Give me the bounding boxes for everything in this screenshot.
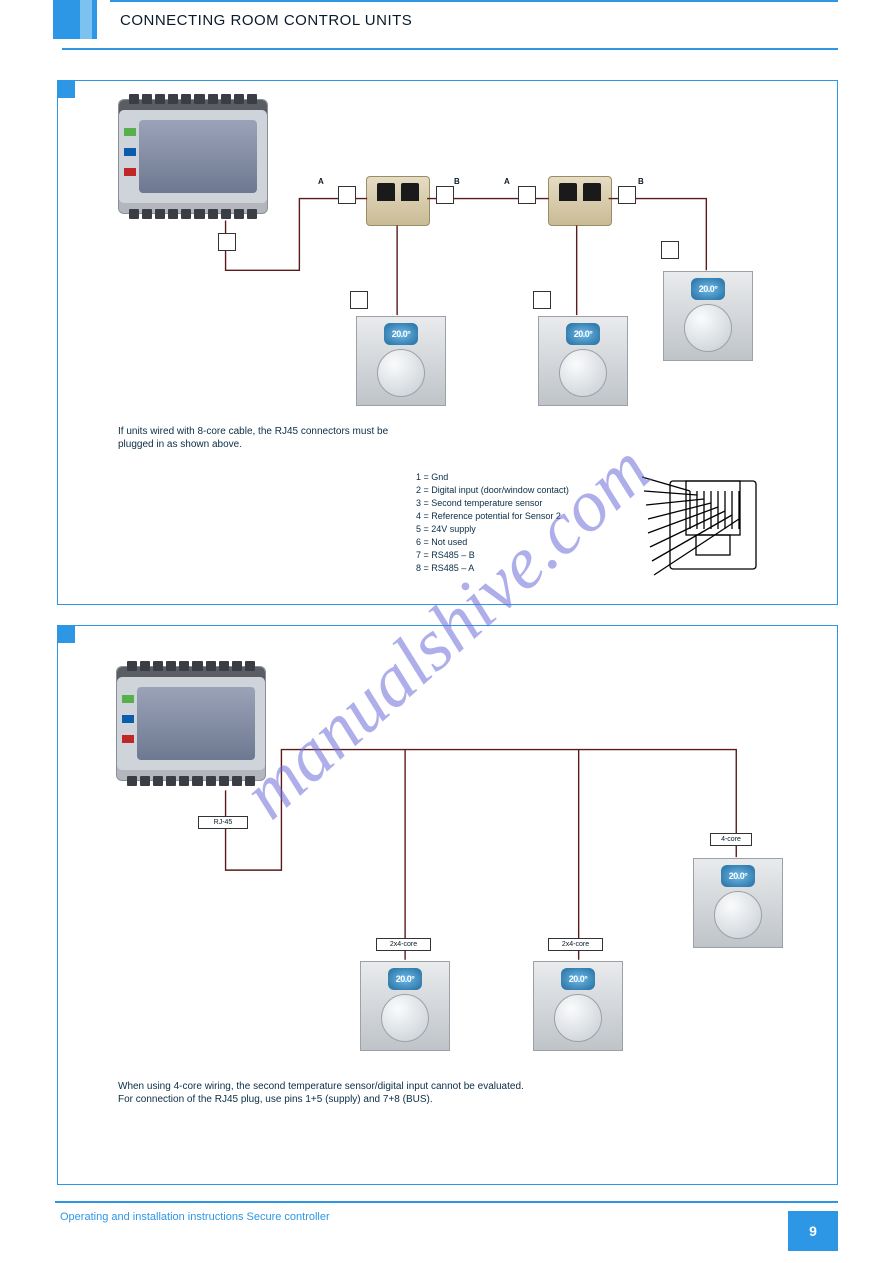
pin2-label: Digital input (door/window contact)	[431, 485, 569, 495]
pin1-label: Gnd	[431, 472, 448, 482]
room-control-unit-1: 20.0°	[356, 316, 446, 406]
figure2-caption: When using 4-core wiring, the second tem…	[118, 1081, 524, 1106]
pin5: 5 =	[416, 524, 431, 534]
rj45-splitter-2	[548, 176, 612, 226]
thermostat-dial	[554, 994, 602, 1042]
figure-corner-icon	[57, 80, 75, 98]
cable-end-box	[618, 186, 636, 204]
pin3: 3 =	[416, 498, 431, 508]
header-accent-bar-secondary	[80, 0, 92, 39]
footer-doc-title: Operating and installation instructions …	[60, 1211, 330, 1223]
room-control-unit-2: 20.0°	[533, 961, 623, 1051]
figure-1-rj45-daisy-chain: 20.0° 20.0° 20.0° If units wired with 8-…	[57, 80, 838, 605]
header-bottom-rule	[62, 48, 838, 50]
pin8: 8 =	[416, 563, 431, 573]
pin3-label: Second temperature sensor	[431, 498, 542, 508]
pin8-label: RS485 – A	[431, 563, 474, 573]
pin6: 6 =	[416, 537, 431, 547]
pin5-label: 24V supply	[431, 524, 476, 534]
pin6-label: Not used	[431, 537, 467, 547]
thermostat-dial	[381, 994, 429, 1042]
header-top-rule	[110, 0, 838, 2]
room-control-unit-3: 20.0°	[663, 271, 753, 361]
rj45-pin-legend: 1 = Gnd 2 = Digital input (door/window c…	[416, 471, 569, 575]
figure1-caption-line1: If units wired with 8-core cable, the RJ…	[118, 426, 388, 437]
cable-end-box	[350, 291, 368, 309]
cable-end-box	[218, 233, 236, 251]
cable-end-box	[533, 291, 551, 309]
thermostat-dial	[377, 349, 425, 397]
cable-end-box	[518, 186, 536, 204]
figure-corner-icon	[57, 625, 75, 643]
pin1: 1 =	[416, 472, 431, 482]
room-control-unit-2: 20.0°	[538, 316, 628, 406]
rj45-label: RJ-45	[198, 816, 248, 829]
pin7-label: RS485 – B	[431, 550, 475, 560]
thermostat-lcd: 20.0°	[691, 278, 725, 300]
secure-controller-device	[116, 666, 266, 781]
rj45-jack-detail	[638, 473, 778, 593]
thermostat-lcd: 20.0°	[384, 323, 418, 345]
footer-rule	[55, 1201, 838, 1203]
cable-end-box	[338, 186, 356, 204]
thermostat-lcd: 20.0°	[561, 968, 595, 990]
thermostat-lcd: 20.0°	[721, 865, 755, 887]
figure1-caption-line2: plugged in as shown above.	[118, 439, 242, 450]
cable-version-a-1: A	[318, 177, 324, 186]
cable-version-a-2: A	[504, 177, 510, 186]
page-section-title: CONNECTING ROOM CONTROL UNITS	[120, 12, 412, 29]
cable-end-box	[436, 186, 454, 204]
page-number: 9	[809, 1223, 817, 1239]
figure2-caption-line2: For connection of the RJ45 plug, use pin…	[118, 1094, 433, 1105]
pin4-label: Reference potential for Sensor 2	[431, 511, 561, 521]
tstat1-cable-label: 2x4-core	[376, 938, 431, 951]
cable-version-b-2: B	[638, 177, 644, 186]
page-number-box: 9	[788, 1211, 838, 1251]
room-control-unit-3: 20.0°	[693, 858, 783, 948]
figure2-caption-line1: When using 4-core wiring, the second tem…	[118, 1081, 524, 1092]
pin7: 7 =	[416, 550, 431, 560]
figure1-caption: If units wired with 8-core cable, the RJ…	[118, 426, 388, 451]
secure-controller-device	[118, 99, 268, 214]
thermostat-dial	[714, 891, 762, 939]
cable-version-b-1: B	[454, 177, 460, 186]
pin4: 4 =	[416, 511, 431, 521]
thermostat-dial	[559, 349, 607, 397]
thermostat-lcd: 20.0°	[388, 968, 422, 990]
thermostat-lcd: 20.0°	[566, 323, 600, 345]
pin2: 2 =	[416, 485, 431, 495]
thermostat-dial	[684, 304, 732, 352]
cable-end-box	[661, 241, 679, 259]
room-control-unit-1: 20.0°	[360, 961, 450, 1051]
tstat2-cable-label: 2x4-core	[548, 938, 603, 951]
rj45-splitter-1	[366, 176, 430, 226]
figure-2-4core-wiring: 20.0° 20.0° 20.0° RJ-45 2x4-core 2x4-cor…	[57, 625, 838, 1185]
tstat3-cable-label: 4-core	[710, 833, 752, 846]
